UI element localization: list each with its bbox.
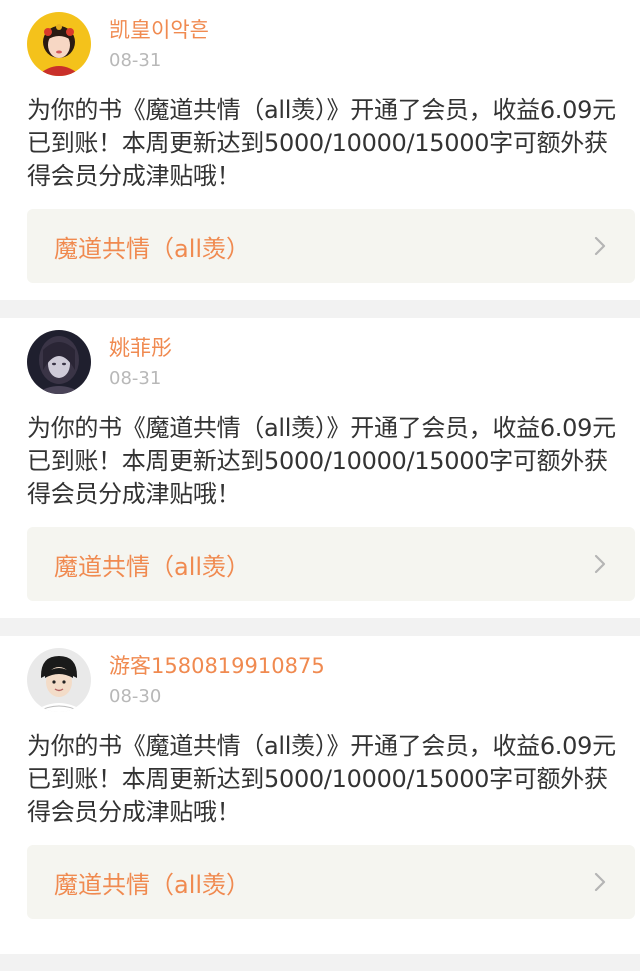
notification-message: 为你的书《魔道共情（all羡）》开通了会员，收益6.09元已到账！本周更新达到5… xyxy=(27,732,616,826)
post-date: 08-31 xyxy=(109,368,162,389)
book-title: 魔道共情（all羡） xyxy=(54,870,251,899)
book-title: 魔道共情（all羡） xyxy=(54,552,251,581)
username[interactable]: 游客1580819910875 xyxy=(109,650,325,680)
notification-message: 为你的书《魔道共情（all羡）》开通了会员，收益6.09元已到账！本周更新达到5… xyxy=(27,96,616,190)
post-date: 08-30 xyxy=(109,686,162,707)
chevron-right-icon xyxy=(587,551,613,577)
username[interactable]: 姚菲彤 xyxy=(109,332,172,362)
book-link[interactable]: 魔道共情（all羡） xyxy=(27,209,635,283)
notification-card: 游客1580819910875 08-30 为你的书《魔道共情（all羡）》开通… xyxy=(0,636,640,954)
book-link[interactable]: 魔道共情（all羡） xyxy=(27,527,635,601)
notification-message: 为你的书《魔道共情（all羡）》开通了会员，收益6.09元已到账！本周更新达到5… xyxy=(27,414,616,508)
user-avatar-dark-icon[interactable] xyxy=(27,330,91,394)
notification-feed: 凯皇이악흔 08-31 为你的书《魔道共情（all羡）》开通了会员，收益6.09… xyxy=(0,0,640,954)
post-date: 08-31 xyxy=(109,50,162,71)
chevron-right-icon xyxy=(587,233,613,259)
book-link[interactable]: 魔道共情（all羡） xyxy=(27,845,635,919)
user-avatar-blonde-icon[interactable] xyxy=(27,12,91,76)
user-avatar-boy-icon[interactable] xyxy=(27,648,91,712)
notification-card: 姚菲彤 08-31 为你的书《魔道共情（all羡）》开通了会员，收益6.09元已… xyxy=(0,318,640,618)
notification-card: 凯皇이악흔 08-31 为你的书《魔道共情（all羡）》开通了会员，收益6.09… xyxy=(0,0,640,300)
book-title: 魔道共情（all羡） xyxy=(54,234,251,263)
username[interactable]: 凯皇이악흔 xyxy=(109,14,209,44)
chevron-right-icon xyxy=(587,869,613,895)
